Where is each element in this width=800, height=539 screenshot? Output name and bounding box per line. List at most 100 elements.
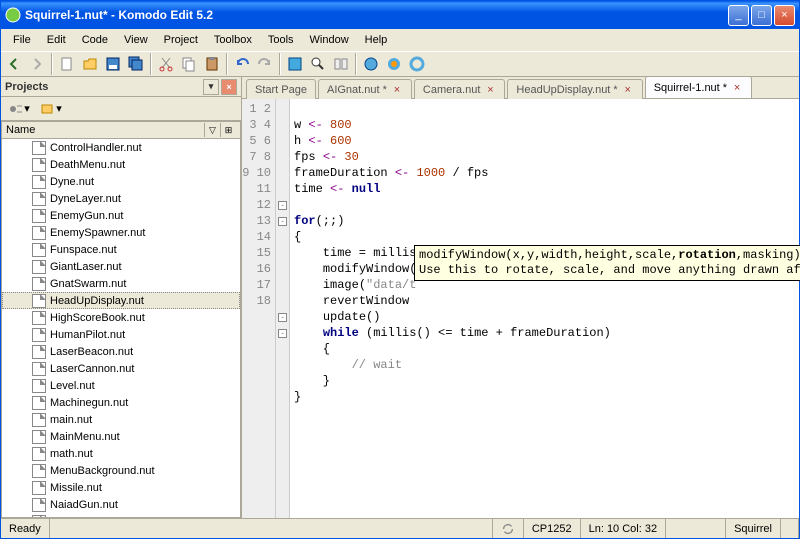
menu-tools[interactable]: Tools [260, 31, 302, 49]
name-column-header[interactable]: Name ▽ ⊞ [1, 121, 241, 139]
forward-button[interactable] [26, 53, 48, 75]
file-icon [32, 294, 46, 308]
menu-code[interactable]: Code [74, 31, 116, 49]
redo-button[interactable] [254, 53, 276, 75]
file-label: HeadUpDisplay.nut [50, 295, 144, 307]
preview-button[interactable] [284, 53, 306, 75]
menu-edit[interactable]: Edit [39, 31, 74, 49]
file-icon [32, 209, 46, 223]
file-icon [32, 141, 46, 155]
menu-toolbox[interactable]: Toolbox [206, 31, 260, 49]
file-item[interactable]: EnemyGun.nut [2, 207, 240, 224]
file-item[interactable]: GnatSwarm.nut [2, 275, 240, 292]
file-item[interactable]: LaserBeacon.nut [2, 343, 240, 360]
browser3-button[interactable] [406, 53, 428, 75]
file-icon [32, 481, 46, 495]
editor-tab[interactable]: Squirrel-1.nut * × [645, 76, 752, 98]
browser2-button[interactable] [383, 53, 405, 75]
file-item[interactable]: Level.nut [2, 377, 240, 394]
editor-tab[interactable]: HeadUpDisplay.nut *× [507, 79, 642, 99]
menu-window[interactable]: Window [302, 31, 357, 49]
paste-button[interactable] [201, 53, 223, 75]
fold-toggle[interactable]: - [278, 217, 287, 226]
file-label: Level.nut [50, 380, 95, 392]
tab-close-icon[interactable]: × [484, 84, 496, 96]
fold-toggle[interactable]: - [278, 313, 287, 322]
project-add-button[interactable]: ▾ [37, 98, 65, 120]
open-button[interactable] [79, 53, 101, 75]
menu-view[interactable]: View [116, 31, 156, 49]
editor-tab[interactable]: AIGnat.nut *× [318, 79, 412, 99]
tab-label: Start Page [255, 84, 307, 96]
app-icon [5, 7, 21, 23]
file-item[interactable]: ControlHandler.nut [2, 139, 240, 156]
file-label: DyneLayer.nut [50, 193, 121, 205]
file-item[interactable]: DeathMenu.nut [2, 156, 240, 173]
file-list[interactable]: ControlHandler.nut DeathMenu.nutDyne.nut D… [1, 139, 241, 518]
file-icon [32, 192, 46, 206]
file-item[interactable]: OptionHandler.nut [2, 513, 240, 518]
file-item[interactable]: Dyne.nut [2, 173, 240, 190]
file-item[interactable]: Missile.nut [2, 479, 240, 496]
undo-button[interactable] [231, 53, 253, 75]
sort-button[interactable]: ▽ [204, 123, 220, 137]
file-item[interactable]: NaiadGun.nut [2, 496, 240, 513]
browser1-button[interactable] [360, 53, 382, 75]
close-button[interactable]: × [774, 5, 795, 26]
file-item[interactable]: Machinegun.nut [2, 394, 240, 411]
file-label: ControlHandler.nut [50, 142, 142, 154]
status-sync-icon[interactable] [493, 519, 524, 538]
status-encoding[interactable]: CP1252 [524, 519, 581, 538]
file-item[interactable]: HumanPilot.nut [2, 326, 240, 343]
file-item[interactable]: MenuBackground.nut [2, 462, 240, 479]
find-button[interactable] [307, 53, 329, 75]
menu-project[interactable]: Project [156, 31, 206, 49]
minimize-button[interactable]: _ [728, 5, 749, 26]
fold-toggle[interactable]: - [278, 201, 287, 210]
editor-tab[interactable]: Start Page [246, 79, 316, 99]
save-all-button[interactable] [125, 53, 147, 75]
file-item[interactable]: LaserCannon.nut [2, 360, 240, 377]
file-item[interactable]: GiantLaser.nut [2, 258, 240, 275]
back-button[interactable] [3, 53, 25, 75]
status-ready: Ready [1, 519, 50, 538]
fold-toggle[interactable]: - [278, 329, 287, 338]
maximize-button[interactable]: □ [751, 5, 772, 26]
save-button[interactable] [102, 53, 124, 75]
file-icon [32, 362, 46, 376]
file-label: EnemyGun.nut [50, 210, 123, 222]
project-config-button[interactable]: ▾ [5, 98, 33, 120]
file-item[interactable]: DyneLayer.nut [2, 190, 240, 207]
fold-gutter[interactable]: - - - - [276, 99, 290, 518]
projects-close-button[interactable]: × [221, 79, 237, 95]
file-icon [32, 464, 46, 478]
code-editor[interactable]: w <- 800 h <- 600 fps <- 30 frameDuratio… [290, 99, 799, 518]
menu-help[interactable]: Help [357, 31, 396, 49]
menu-bar: File Edit Code View Project Toolbox Tool… [1, 29, 799, 51]
file-item[interactable]: MainMenu.nut [2, 428, 240, 445]
menu-file[interactable]: File [5, 31, 39, 49]
file-item[interactable]: EnemySpawner.nut [2, 224, 240, 241]
columns-button[interactable]: ⊞ [220, 123, 236, 137]
editor-tab[interactable]: Camera.nut× [414, 79, 505, 99]
new-button[interactable] [56, 53, 78, 75]
projects-menu-button[interactable]: ▾ [203, 79, 219, 95]
file-item[interactable]: math.nut [2, 445, 240, 462]
file-icon [32, 175, 46, 189]
file-item[interactable]: Funspace.nut [2, 241, 240, 258]
file-label: NaiadGun.nut [50, 499, 118, 511]
tab-close-icon[interactable]: × [731, 82, 743, 94]
file-item[interactable]: main.nut [2, 411, 240, 428]
file-item[interactable]: HeadUpDisplay.nut [2, 292, 240, 309]
file-label: EnemySpawner.nut [50, 227, 145, 239]
copy-button[interactable] [178, 53, 200, 75]
tab-close-icon[interactable]: × [391, 84, 403, 96]
tab-close-icon[interactable]: × [622, 84, 634, 96]
file-icon [32, 226, 46, 240]
tab-label: Squirrel-1.nut * [654, 82, 727, 94]
toggle-button[interactable] [330, 53, 352, 75]
status-language[interactable]: Squirrel [726, 519, 781, 538]
cut-button[interactable] [155, 53, 177, 75]
file-label: OptionHandler.nut [50, 516, 139, 519]
file-item[interactable]: HighScoreBook.nut [2, 309, 240, 326]
